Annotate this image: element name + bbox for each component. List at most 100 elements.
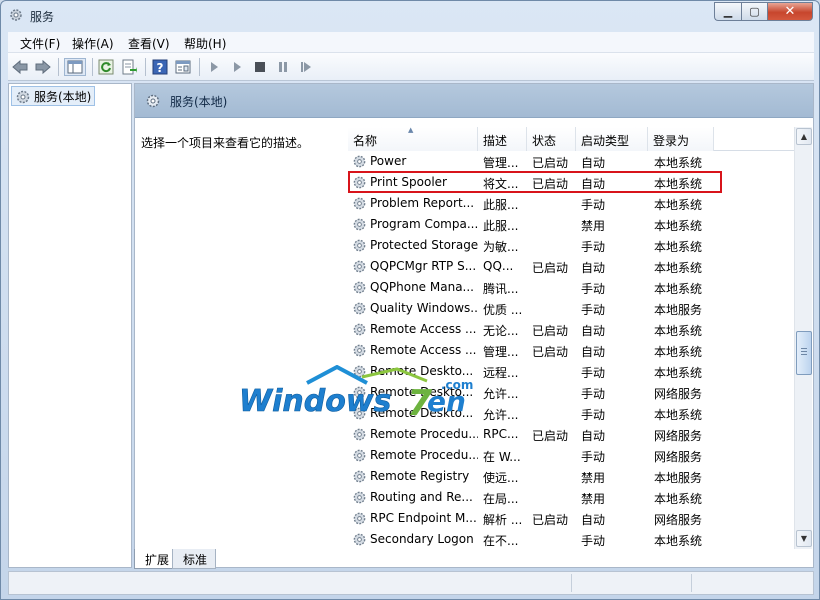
start-service-2-button[interactable] (228, 58, 246, 76)
maximize-button[interactable]: ▢ (741, 2, 767, 21)
cell-description: 管理... (483, 156, 519, 170)
cell-logon-as: 网络服务 (654, 387, 703, 401)
service-gear-icon (353, 512, 366, 525)
export-list-button[interactable] (120, 58, 138, 76)
start-service-button[interactable] (205, 58, 223, 76)
scroll-thumb[interactable] (796, 331, 812, 375)
service-row[interactable]: Problem Report... 此服... 手动 本地系统 (348, 193, 795, 214)
cell-logon-as: 本地系统 (654, 156, 703, 170)
back-button[interactable] (11, 58, 29, 76)
service-row[interactable]: Remote Procedu... RPC... 已启动 自动 网络服务 (348, 424, 795, 445)
forward-button[interactable] (34, 58, 52, 76)
cell-description: 无论... (483, 324, 519, 338)
cell-status: 已启动 (532, 513, 569, 527)
cell-logon-as: 网络服务 (654, 513, 703, 527)
windows7en-watermark: Windows 7 en .com (237, 364, 487, 425)
cell-description: 远程... (483, 366, 519, 380)
show-hide-tree-icon (67, 60, 83, 74)
cell-logon-as: 本地系统 (654, 282, 703, 296)
service-gear-icon (353, 491, 366, 504)
status-separator (571, 574, 572, 592)
cell-name: Program Compa... (370, 217, 478, 231)
cell-name: Routing and Re... (370, 490, 473, 504)
help-button[interactable]: ? (151, 58, 169, 76)
cell-startup-type: 自动 (581, 261, 606, 275)
refresh-button[interactable] (97, 58, 115, 76)
services-gear-icon (16, 90, 30, 103)
cell-startup-type: 手动 (581, 450, 606, 464)
column-header-startup-type[interactable]: 启动类型 (576, 127, 648, 151)
service-row[interactable]: Routing and Re... 在局... 禁用 本地系统 (348, 487, 795, 508)
stop-service-button[interactable] (251, 58, 269, 76)
cell-description: 解析 ... (483, 513, 523, 527)
service-row[interactable]: Secondary Logon 在不... 手动 本地系统 (348, 529, 795, 550)
cell-name: Remote Procedu... (370, 427, 478, 441)
service-row[interactable]: QQPCMgr RTP S... QQ... 已启动 自动 本地系统 (348, 256, 795, 277)
scroll-up-icon: ▲ (800, 132, 808, 141)
cell-startup-type: 手动 (581, 282, 606, 296)
column-header-status[interactable]: 状态 (527, 127, 576, 151)
help-icon: ? (152, 59, 168, 75)
cell-logon-as: 本地系统 (654, 198, 703, 212)
restart-service-button[interactable] (297, 58, 315, 76)
service-row[interactable]: QQPhone Mana... 腾讯... 手动 本地系统 (348, 277, 795, 298)
column-header-name[interactable]: 名称 ▲ (348, 126, 478, 151)
title-bar[interactable]: 服务 ▁ ▢ ✕ (1, 1, 819, 31)
service-gear-icon (353, 449, 366, 462)
cell-startup-type: 手动 (581, 408, 606, 422)
services-window: 服务 ▁ ▢ ✕ 文件(F) 操作(A) 查看(V) 帮助(H) ? 服务(本地… (0, 0, 820, 600)
service-row[interactable]: Quality Windows... 优质 ... 手动 本地服务 (348, 298, 795, 319)
cell-startup-type: 自动 (581, 513, 606, 527)
main-pane-header: 服务(本地) (135, 84, 813, 118)
close-icon: ✕ (784, 4, 796, 19)
vertical-scrollbar[interactable]: ▲ ▼ (794, 127, 812, 549)
service-gear-icon (353, 302, 366, 315)
export-list-icon (122, 59, 137, 75)
cell-name: Remote Access ... (370, 322, 477, 336)
service-row[interactable]: Protected Storage 为敏... 手动 本地系统 (348, 235, 795, 256)
status-separator (691, 574, 692, 592)
cell-startup-type: 禁用 (581, 471, 606, 485)
show-hide-tree-button[interactable] (64, 58, 86, 76)
cell-description: 腾讯... (483, 282, 519, 296)
service-row[interactable]: Program Compa... 此服... 禁用 本地系统 (348, 214, 795, 235)
cell-logon-as: 本地系统 (654, 534, 703, 548)
service-gear-icon (353, 155, 366, 168)
cell-name: Remote Procedu... (370, 448, 478, 462)
service-row[interactable]: Power 管理... 已启动 自动 本地系统 (348, 151, 795, 172)
service-row[interactable]: RPC Endpoint M... 解析 ... 已启动 自动 网络服务 (348, 508, 795, 529)
cell-name: RPC Endpoint M... (370, 511, 477, 525)
tab-standard[interactable]: 标准 (172, 549, 217, 569)
caption-buttons: ▁ ▢ ✕ (714, 2, 813, 21)
menu-help[interactable]: 帮助(H) (184, 35, 226, 52)
menu-action[interactable]: 操作(A) (72, 35, 114, 52)
column-header-label: 状态 (532, 134, 557, 148)
minimize-icon: ▁ (723, 5, 733, 18)
column-header-label: 名称 (353, 134, 378, 148)
service-gear-icon (353, 239, 366, 252)
tree-item-services-local[interactable]: 服务(本地) (11, 86, 96, 106)
column-header-description[interactable]: 描述 (478, 127, 527, 151)
properties-button[interactable] (174, 58, 192, 76)
menu-file[interactable]: 文件(F) (20, 35, 60, 52)
scroll-up-button[interactable]: ▲ (796, 128, 812, 145)
service-row[interactable]: Remote Access ... 管理... 已启动 自动 本地系统 (348, 340, 795, 361)
menu-view[interactable]: 查看(V) (128, 35, 170, 52)
service-row[interactable]: Remote Procedu... 在 W... 手动 网络服务 (348, 445, 795, 466)
cell-startup-type: 手动 (581, 534, 606, 548)
forward-arrow-icon (35, 59, 51, 75)
service-row[interactable]: Remote Access ... 无论... 已启动 自动 本地系统 (348, 319, 795, 340)
pause-service-button[interactable] (274, 58, 292, 76)
toolbar: ? (8, 53, 814, 81)
column-header-logon-as[interactable]: 登录为 (648, 127, 714, 151)
minimize-button[interactable]: ▁ (714, 2, 741, 21)
cell-logon-as: 本地系统 (654, 324, 703, 338)
service-row[interactable]: Remote Registry 使远... 禁用 本地服务 (348, 466, 795, 487)
cell-name: Remote Access ... (370, 343, 477, 357)
scroll-down-button[interactable]: ▼ (796, 530, 812, 547)
cell-description: 此服... (483, 198, 519, 212)
cell-description: 使远... (483, 471, 519, 485)
close-button[interactable]: ✕ (767, 2, 813, 21)
cell-status: 已启动 (532, 345, 569, 359)
service-gear-icon (353, 533, 366, 546)
